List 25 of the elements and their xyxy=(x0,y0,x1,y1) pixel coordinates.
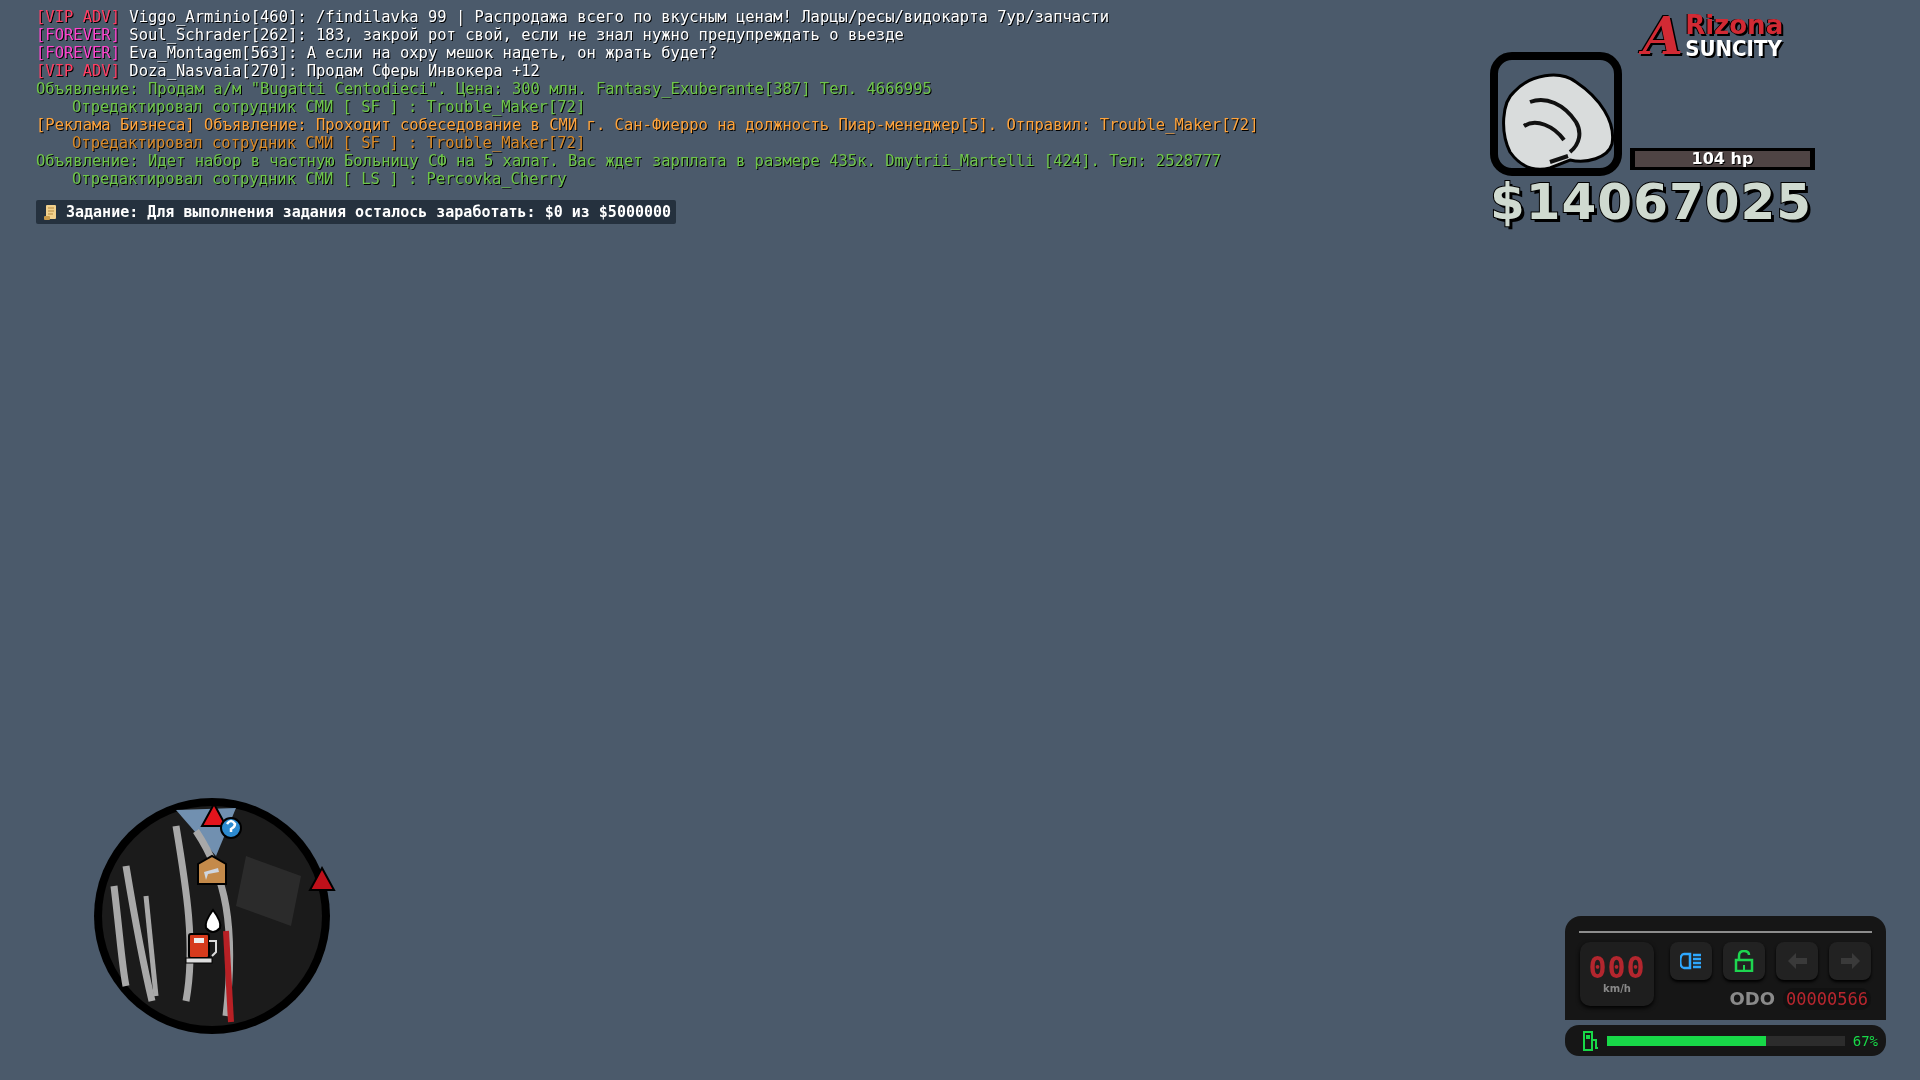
fuel-pump-icon xyxy=(185,933,217,964)
chat-message: Объявление: Продам а/м "Bugatti Centodieci". Цена: 300 млн. Fantasy_Exuberante[387] Тел. 4666995 xyxy=(36,80,932,98)
chat-message: [VIP ADV] Doza_Nasvaia[270]: Продам Сферы Инвокера +12 xyxy=(36,62,540,80)
chat-message: Отредактировал сотрудник СМИ [ SF ] : Trouble_Maker[72] xyxy=(72,98,586,116)
speed-unit: km/h xyxy=(1603,983,1631,995)
task-text: Задание: Для выполнения задания осталось заработать: $0 из $5000000 xyxy=(66,202,672,222)
fuel-percent: 67% xyxy=(1852,1032,1878,1049)
chat-message: [VIP ADV] Viggo_Arminio[460]: /findilavka 99 | Распродажа всего по вкусным ценам! Ларцы/ресы/видокарта 7ур/запчасти xyxy=(36,8,1110,26)
droplet-icon xyxy=(204,909,222,933)
chat-message: [FOREVER] Eva_Montagem[563]: А если на охру мешок надеть, он жрать будет? xyxy=(36,44,718,62)
odometer-value: 00000566 xyxy=(1783,988,1871,1010)
logo-subtitle: SUNCITY xyxy=(1685,38,1783,60)
fuel-pump-icon xyxy=(1583,1030,1599,1051)
chat-message: [FOREVER] Soul_Schrader[262]: 183, закрой рот свой, если не знал нужно предупреждать о вьезде xyxy=(36,26,904,44)
chat-message: Объявление: Идет набор в частную Больницу СФ на 5 халат. Вас ждет зарплата в размере 435к. Dmytrii_Martelli [424]. Тел: 2528777 xyxy=(36,152,1222,170)
scroll-icon xyxy=(44,204,58,220)
chat-message: Отредактировал сотрудник СМИ [ LS ] : Percovka_Cherry xyxy=(72,170,567,188)
odometer-label: ODO xyxy=(1729,989,1776,1009)
health-text: 104 hp xyxy=(1690,150,1755,168)
triangle-icon xyxy=(308,865,336,891)
logo-word: Rizona xyxy=(1685,12,1784,38)
chat-message: [Реклама Бизнеса] Объявление: Проходит собеседование в СМИ г. Сан-Фиерро на должность Пиар-менеджер[5]. Отправил: Trouble_Maker[72] xyxy=(36,116,1259,134)
money-counter: $14067025 xyxy=(1490,176,1814,228)
speed-readout: 000 xyxy=(1588,953,1646,983)
chat-message: Отредактировал сотрудник СМИ [ SF ] : Trouble_Maker[72] xyxy=(72,134,586,152)
